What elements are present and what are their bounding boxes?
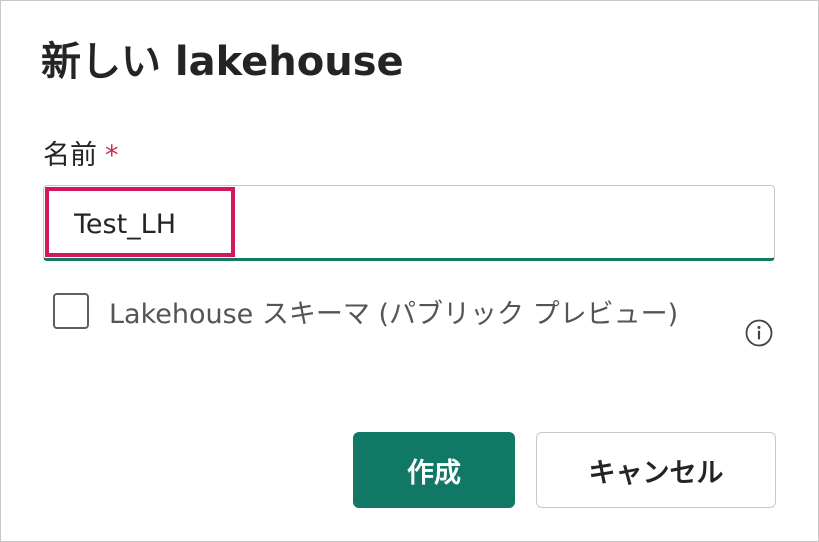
cancel-button[interactable]: キャンセル — [536, 432, 776, 508]
name-label-text: 名前 — [43, 140, 97, 171]
schema-checkbox[interactable] — [53, 293, 89, 329]
required-asterisk: * — [105, 140, 119, 171]
name-field-label: 名前 * — [43, 133, 119, 172]
create-button[interactable]: 作成 — [353, 432, 515, 508]
name-input[interactable] — [74, 204, 754, 244]
schema-checkbox-label[interactable]: Lakehouse スキーマ (パブリック プレビュー) — [109, 291, 709, 339]
info-icon[interactable] — [745, 319, 773, 347]
new-lakehouse-dialog: 新しい lakehouse 名前 * Lakehouse スキーマ (パブリック … — [0, 0, 819, 542]
name-input-container — [43, 185, 775, 261]
dialog-title: 新しい lakehouse — [41, 39, 404, 85]
